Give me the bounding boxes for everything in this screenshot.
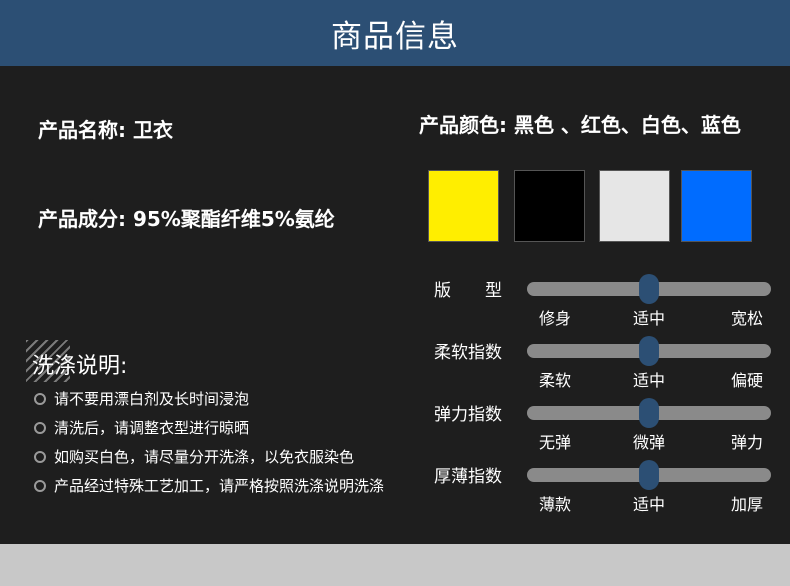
product-info-panel: 产品名称: 卫衣 产品颜色: 黑色 、红色、白色、蓝色 产品成分: 95%聚酯纤… <box>0 66 790 544</box>
slider-thumb[interactable] <box>639 336 659 366</box>
tick-label: 适中 <box>632 309 666 328</box>
slider-track <box>527 460 771 490</box>
slider-label: 柔软指数 <box>434 343 502 363</box>
slider-track <box>527 274 771 304</box>
swatch-white <box>599 170 670 242</box>
slider-fit: 版 型 修身 适中 宽松 <box>0 274 790 338</box>
slider-ticks: 无弹 微弹 弹力 <box>527 429 771 452</box>
slider-thumb[interactable] <box>639 460 659 490</box>
slider-track <box>527 336 771 366</box>
page-title: 商品信息 <box>331 18 459 55</box>
slider-ticks: 薄款 适中 加厚 <box>527 491 771 514</box>
tick-label: 薄款 <box>539 495 572 514</box>
tick-label: 修身 <box>539 309 572 328</box>
tick-label: 无弹 <box>539 433 572 452</box>
product-name: 产品名称: 卫衣 <box>38 118 173 142</box>
product-composition: 产品成分: 95%聚酯纤维5%氨纶 <box>38 207 335 231</box>
tick-label: 适中 <box>632 495 666 514</box>
product-colors-label: 产品颜色: 黑色 、红色、白色、蓝色 <box>419 113 741 137</box>
slider-label: 版 型 <box>434 281 502 301</box>
tick-label: 适中 <box>632 371 666 390</box>
slider-softness: 柔软指数 柔软 适中 偏硬 <box>0 336 790 400</box>
slider-label: 弹力指数 <box>434 405 502 425</box>
slider-ticks: 修身 适中 宽松 <box>527 305 771 328</box>
swatch-yellow <box>428 170 499 242</box>
slider-track <box>527 398 771 428</box>
slider-thumb[interactable] <box>639 274 659 304</box>
slider-ticks: 柔软 适中 偏硬 <box>527 367 771 390</box>
tick-label: 宽松 <box>730 309 763 328</box>
slider-thumb[interactable] <box>639 398 659 428</box>
slider-thickness: 厚薄指数 薄款 适中 加厚 <box>0 460 790 524</box>
slider-elasticity: 弹力指数 无弹 微弹 弹力 <box>0 398 790 462</box>
tick-label: 偏硬 <box>730 371 763 390</box>
tick-label: 弹力 <box>730 433 763 452</box>
tick-label: 柔软 <box>539 371 572 390</box>
tick-label: 微弹 <box>632 433 666 452</box>
footer-strip <box>0 544 790 586</box>
swatch-black <box>514 170 585 242</box>
header-bar: 商品信息 <box>0 0 790 66</box>
tick-label: 加厚 <box>730 495 763 514</box>
swatch-blue <box>681 170 752 242</box>
slider-label: 厚薄指数 <box>434 467 502 487</box>
